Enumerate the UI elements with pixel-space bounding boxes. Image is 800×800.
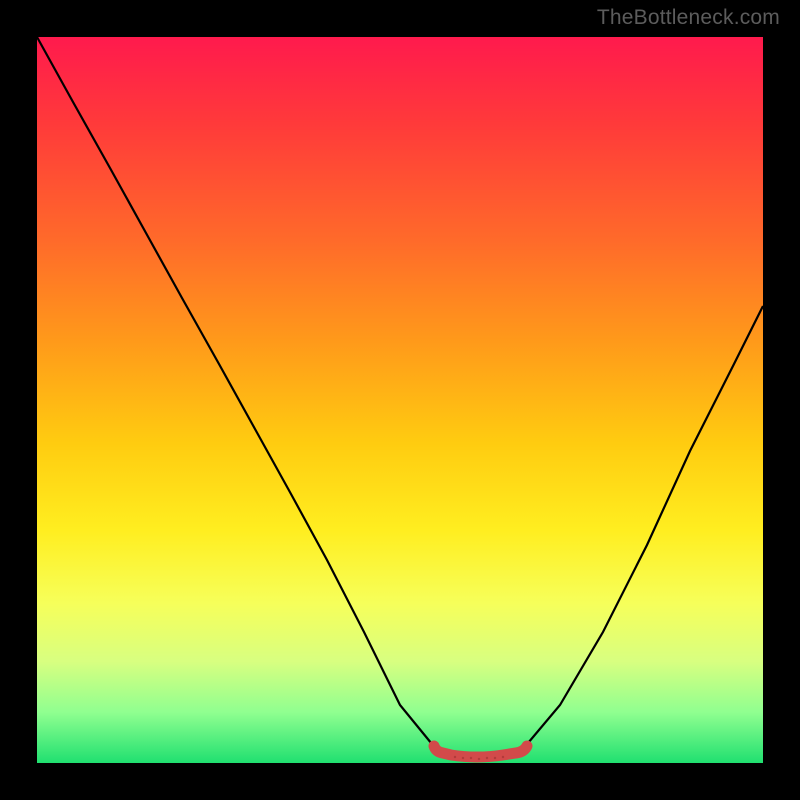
plot-area [37, 37, 763, 763]
trough-marker [434, 746, 527, 757]
watermark-text: TheBottleneck.com [597, 6, 780, 30]
bottleneck-curve-path [37, 37, 763, 756]
curve-svg [37, 37, 763, 763]
chart-frame: TheBottleneck.com [0, 0, 800, 800]
